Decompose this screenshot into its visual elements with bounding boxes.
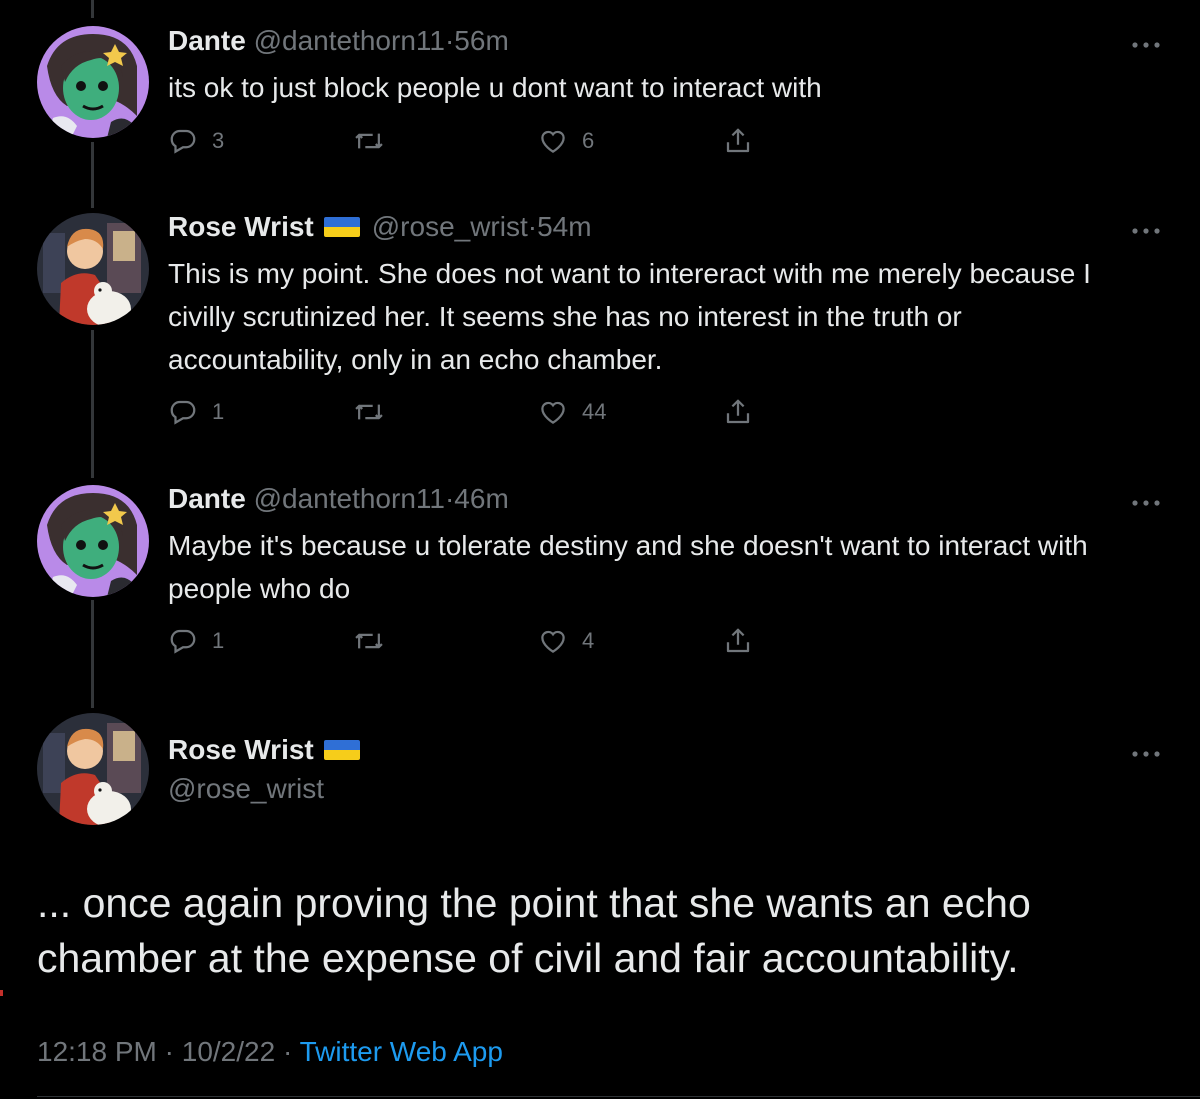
retweet-button[interactable]: [353, 624, 399, 658]
like-count: 44: [582, 399, 607, 424]
reply-count: 1: [212, 399, 225, 424]
edge-mark: [0, 990, 3, 996]
reply-count: 1: [212, 628, 225, 653]
reply-button[interactable]: 1: [168, 395, 224, 429]
author-name[interactable]: Rose Wrist: [168, 211, 314, 242]
thread-line-2: [91, 330, 94, 478]
tweet-time[interactable]: 12:18 PM: [37, 1036, 157, 1067]
ukraine-flag-icon: [323, 740, 360, 760]
separator-dot: ·: [444, 483, 455, 514]
main-author-name-row: Rose Wrist: [168, 733, 372, 767]
reply-icon: [170, 400, 196, 425]
like-button[interactable]: 44: [538, 395, 606, 429]
retweet-icon: [355, 133, 383, 149]
avatar-rose-wrist[interactable]: [37, 213, 149, 325]
tweet-actions: 1 4: [168, 624, 768, 658]
retweet-button[interactable]: [353, 124, 399, 158]
author-handle[interactable]: @rose_wrist: [372, 211, 528, 242]
author-handle[interactable]: @rose_wrist: [168, 773, 324, 804]
author-name[interactable]: Rose Wrist: [168, 734, 314, 765]
author-name[interactable]: Dante: [168, 25, 246, 56]
thread-line-3: [91, 600, 94, 708]
separator-dot: ·: [282, 1036, 293, 1067]
separator-dot: ·: [527, 211, 538, 242]
avatar-rose-wrist[interactable]: [37, 713, 149, 825]
tweet-time[interactable]: 56m: [454, 25, 508, 56]
like-icon: [541, 130, 565, 153]
author-name[interactable]: Dante: [168, 483, 246, 514]
author-handle[interactable]: @dantethorn11: [254, 25, 445, 56]
retweet-button[interactable]: [353, 395, 399, 429]
tweet-date[interactable]: 10/2/22: [182, 1036, 275, 1067]
tweet-actions: 1 44: [168, 395, 768, 429]
tweet-meta: 12:18 PM · 10/2/22 · Twitter Web App: [37, 1032, 503, 1072]
share-icon: [726, 128, 750, 153]
tweet-time[interactable]: 46m: [454, 483, 508, 514]
tweet-text: This is my point. She does not want to i…: [168, 258, 1091, 375]
reply-icon: [170, 129, 196, 154]
tweet-time[interactable]: 54m: [537, 211, 591, 242]
tweet-text: Maybe it's because u tolerate destiny an…: [168, 530, 1088, 604]
tweet-actions: 3 6: [168, 124, 768, 158]
retweet-icon: [355, 633, 383, 649]
reply-button[interactable]: 3: [168, 124, 224, 158]
main-tweet-text: ... once again proving the point that sh…: [37, 880, 1031, 981]
share-button[interactable]: [723, 624, 753, 658]
more-options-icon[interactable]: [1130, 746, 1162, 757]
avatar-dante[interactable]: [37, 485, 149, 597]
like-count: 4: [582, 628, 595, 653]
tweet-header: Rose Wrist @rose_wrist·54m: [168, 210, 592, 244]
tweet-header: Dante @dantethorn11·56m: [168, 24, 509, 58]
retweet-icon: [355, 404, 383, 420]
tweet-text: its ok to just block people u dont want …: [168, 72, 822, 103]
separator-dot: ·: [164, 1036, 174, 1067]
reply-button[interactable]: 1: [168, 624, 224, 658]
like-button[interactable]: 4: [538, 624, 594, 658]
source-app-link[interactable]: Twitter Web App: [300, 1036, 503, 1067]
main-author-handle-row: @rose_wrist: [168, 772, 324, 806]
separator-dot: ·: [444, 25, 455, 56]
tweet-header: Dante @dantethorn11·46m: [168, 482, 509, 516]
author-handle[interactable]: @dantethorn11: [254, 483, 445, 514]
share-button[interactable]: [723, 395, 753, 429]
reply-count: 3: [212, 128, 225, 153]
share-icon: [726, 628, 750, 653]
share-icon: [726, 399, 750, 424]
thread-line-top: [91, 0, 94, 18]
like-icon: [541, 630, 565, 653]
reply-icon: [170, 629, 196, 654]
divider: [37, 1096, 1200, 1097]
share-button[interactable]: [723, 124, 753, 158]
more-options-icon[interactable]: [1130, 223, 1162, 234]
more-options-icon[interactable]: [1130, 37, 1162, 48]
ukraine-flag-icon: [323, 217, 360, 237]
like-button[interactable]: 6: [538, 124, 594, 158]
more-options-icon[interactable]: [1130, 495, 1162, 506]
like-icon: [541, 401, 565, 424]
avatar-dante[interactable]: [37, 26, 149, 138]
like-count: 6: [582, 128, 595, 153]
thread-line-1: [91, 142, 94, 208]
